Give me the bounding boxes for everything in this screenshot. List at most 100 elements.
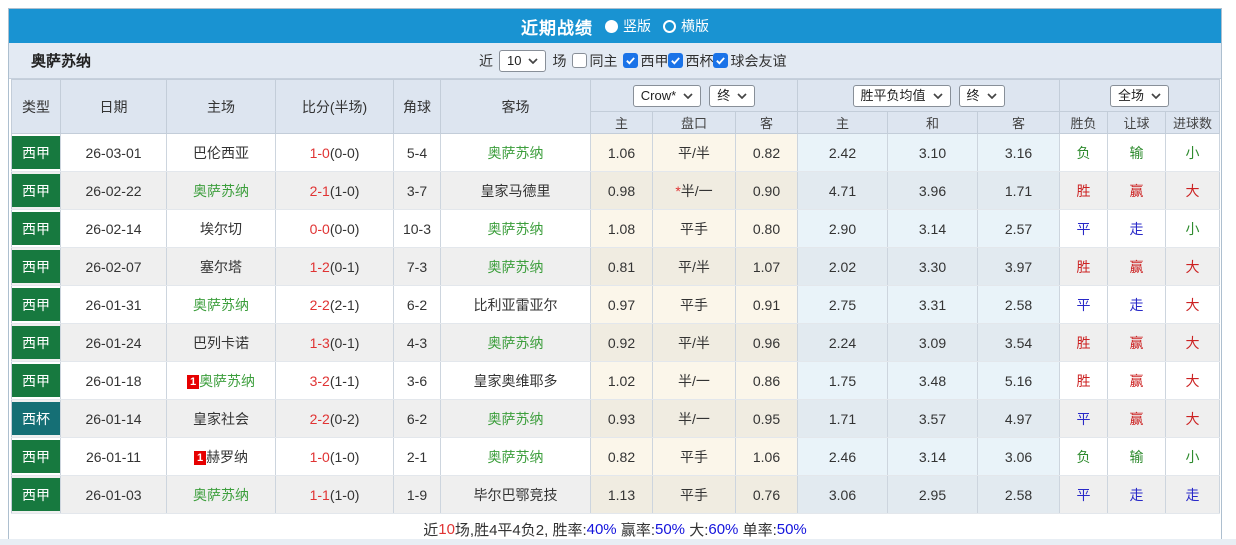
competition-tag: 西甲 — [12, 478, 60, 511]
away-team-cell: 比利亚雷亚尔 — [440, 285, 591, 324]
radio-unselected-icon[interactable] — [663, 19, 676, 33]
corner-cell: 3-6 — [393, 361, 441, 400]
handicap-cell: *半/一 — [652, 171, 736, 210]
competition-tag: 西甲 — [12, 212, 60, 245]
handicap-cell: 半/一 — [652, 361, 736, 400]
competition-filter-option[interactable]: 西杯 — [668, 51, 713, 71]
odds-away-cell: 1.06 — [735, 437, 798, 476]
full-time-score: 1-1 — [309, 486, 330, 503]
layout-radio-horizontal[interactable]: 横版 — [663, 16, 709, 36]
handicap-result-cell: 赢 — [1107, 361, 1167, 400]
score-cell: 1-0(0-0) — [275, 133, 394, 172]
avg-home-cell: 4.71 — [797, 171, 888, 210]
corner-cell: 4-3 — [393, 323, 441, 362]
col-header-type: 类型 — [11, 79, 61, 134]
odds-stage-select[interactable]: 终 — [709, 84, 756, 107]
full-time-score: 1-2 — [309, 258, 330, 275]
same-home-option[interactable]: 同主 — [572, 51, 617, 71]
away-team-name: 奥萨苏纳 — [487, 258, 544, 275]
away-team-name: 奥萨苏纳 — [487, 220, 544, 237]
competition-filter-option[interactable]: 球会友谊 — [713, 51, 786, 71]
sub-header-avg-draw: 和 — [887, 111, 978, 134]
away-team-name: 比利亚雷亚尔 — [473, 296, 558, 313]
handicap-result-cell: 走 — [1107, 285, 1167, 324]
type-cell: 西甲 — [11, 247, 61, 286]
scope-select[interactable]: 全场 — [1110, 84, 1170, 107]
away-team-name: 皇家奥维耶多 — [473, 372, 558, 389]
sub-header-odds-away: 客 — [735, 111, 798, 134]
home-team-name: 皇家社会 — [193, 410, 249, 427]
filter-label: 西甲 — [640, 52, 669, 69]
odds-away-cell: 0.82 — [735, 133, 798, 172]
checkbox-checked-icon[interactable] — [668, 53, 684, 68]
away-team-name: 奥萨苏纳 — [487, 144, 544, 161]
recent-results-panel: 近期战绩 竖版 横版 奥萨苏纳 近 10 场 同主 西甲 西杯 球会友谊 类型 … — [8, 8, 1222, 545]
score-cell: 1-1(1-0) — [275, 475, 394, 514]
wdl-result-cell: 负 — [1059, 437, 1109, 476]
odds-home-cell: 1.13 — [590, 475, 653, 514]
full-time-score: 1-0 — [309, 144, 330, 161]
half-time-score: (0-1) — [329, 334, 360, 351]
handicap-line: 平手 — [680, 448, 708, 465]
type-cell: 西甲 — [11, 171, 61, 210]
avg-home-cell: 1.71 — [797, 399, 888, 438]
wdl-result-cell: 平 — [1059, 399, 1109, 438]
odds-away-cell: 0.90 — [735, 171, 798, 210]
competition-tag: 西甲 — [12, 364, 60, 397]
goals-result-cell: 大 — [1165, 247, 1221, 286]
score-cell: 0-0(0-0) — [275, 209, 394, 248]
home-team-cell: 1 奥萨苏纳 — [166, 361, 276, 400]
date-cell: 26-02-07 — [60, 247, 167, 286]
odds-home-cell: 0.98 — [590, 171, 653, 210]
half-time-score: (0-0) — [329, 144, 360, 161]
table-row: 西甲 26-01-11 1 赫罗纳 1-0(1-0) 2-1 奥萨苏纳 0.82 平手 1.06 2… — [11, 437, 1221, 476]
wdl-result-cell: 平 — [1059, 285, 1109, 324]
avg-type-select[interactable]: 胜平负均值 — [852, 84, 951, 107]
odds-home-cell: 0.81 — [590, 247, 653, 286]
avg-away-cell: 3.97 — [977, 247, 1061, 286]
avg-draw-cell: 3.30 — [887, 247, 978, 286]
filter-label: 西杯 — [685, 52, 714, 69]
half-time-score: (1-0) — [329, 182, 360, 199]
away-team-cell: 奥萨苏纳 — [440, 399, 591, 438]
handicap-line: 平/半 — [678, 144, 710, 161]
radio-selected-icon[interactable] — [605, 19, 618, 33]
checkbox-checked-icon[interactable] — [713, 53, 729, 68]
corner-cell: 6-2 — [393, 285, 441, 324]
col-header-score: 比分(半场) — [275, 79, 394, 134]
avg-home-cell: 2.46 — [797, 437, 888, 476]
away-team-name: 皇家马德里 — [480, 182, 551, 199]
goals-result-cell: 小 — [1165, 437, 1221, 476]
odds-home-cell: 1.02 — [590, 361, 653, 400]
home-team-cell: 皇家社会 — [166, 399, 276, 438]
handicap-line: 半/一 — [678, 410, 710, 427]
panel-title: 近期战绩 — [521, 18, 593, 38]
home-team-name: 塞尔塔 — [200, 258, 242, 275]
wdl-result-cell: 胜 — [1059, 323, 1109, 362]
competition-tag: 西甲 — [12, 250, 60, 283]
competition-filter-option[interactable]: 西甲 — [623, 51, 668, 71]
checkbox-checked-icon[interactable] — [623, 53, 639, 68]
avg-stage-select[interactable]: 终 — [958, 84, 1005, 107]
avg-draw-cell: 3.96 — [887, 171, 978, 210]
avg-group-header: 胜平负均值 终 — [796, 79, 1061, 112]
handicap-line: 平手 — [680, 296, 708, 313]
team-name: 奥萨苏纳 — [31, 53, 92, 70]
score-cell: 1-2(0-1) — [275, 247, 394, 286]
home-team-cell: 奥萨苏纳 — [166, 285, 276, 324]
handicap-result-cell: 赢 — [1107, 171, 1167, 210]
summary-segment: 单率: — [738, 521, 777, 539]
recent-count-select[interactable]: 10 — [499, 49, 547, 72]
summary-segment: 近 — [423, 521, 439, 539]
avg-draw-cell: 3.14 — [887, 437, 978, 476]
checkbox-unchecked-icon[interactable] — [572, 53, 588, 68]
home-team-cell: 埃尔切 — [166, 209, 276, 248]
layout-radio-vertical[interactable]: 竖版 — [605, 16, 651, 36]
odds-home-cell: 0.97 — [590, 285, 653, 324]
corner-cell: 7-3 — [393, 247, 441, 286]
date-cell: 26-01-31 — [60, 285, 167, 324]
summary-segment: 50% — [655, 520, 686, 538]
avg-away-cell: 2.58 — [977, 285, 1061, 324]
bookmaker-select[interactable]: Crow* — [632, 84, 702, 107]
chevron-down-icon — [932, 92, 943, 99]
